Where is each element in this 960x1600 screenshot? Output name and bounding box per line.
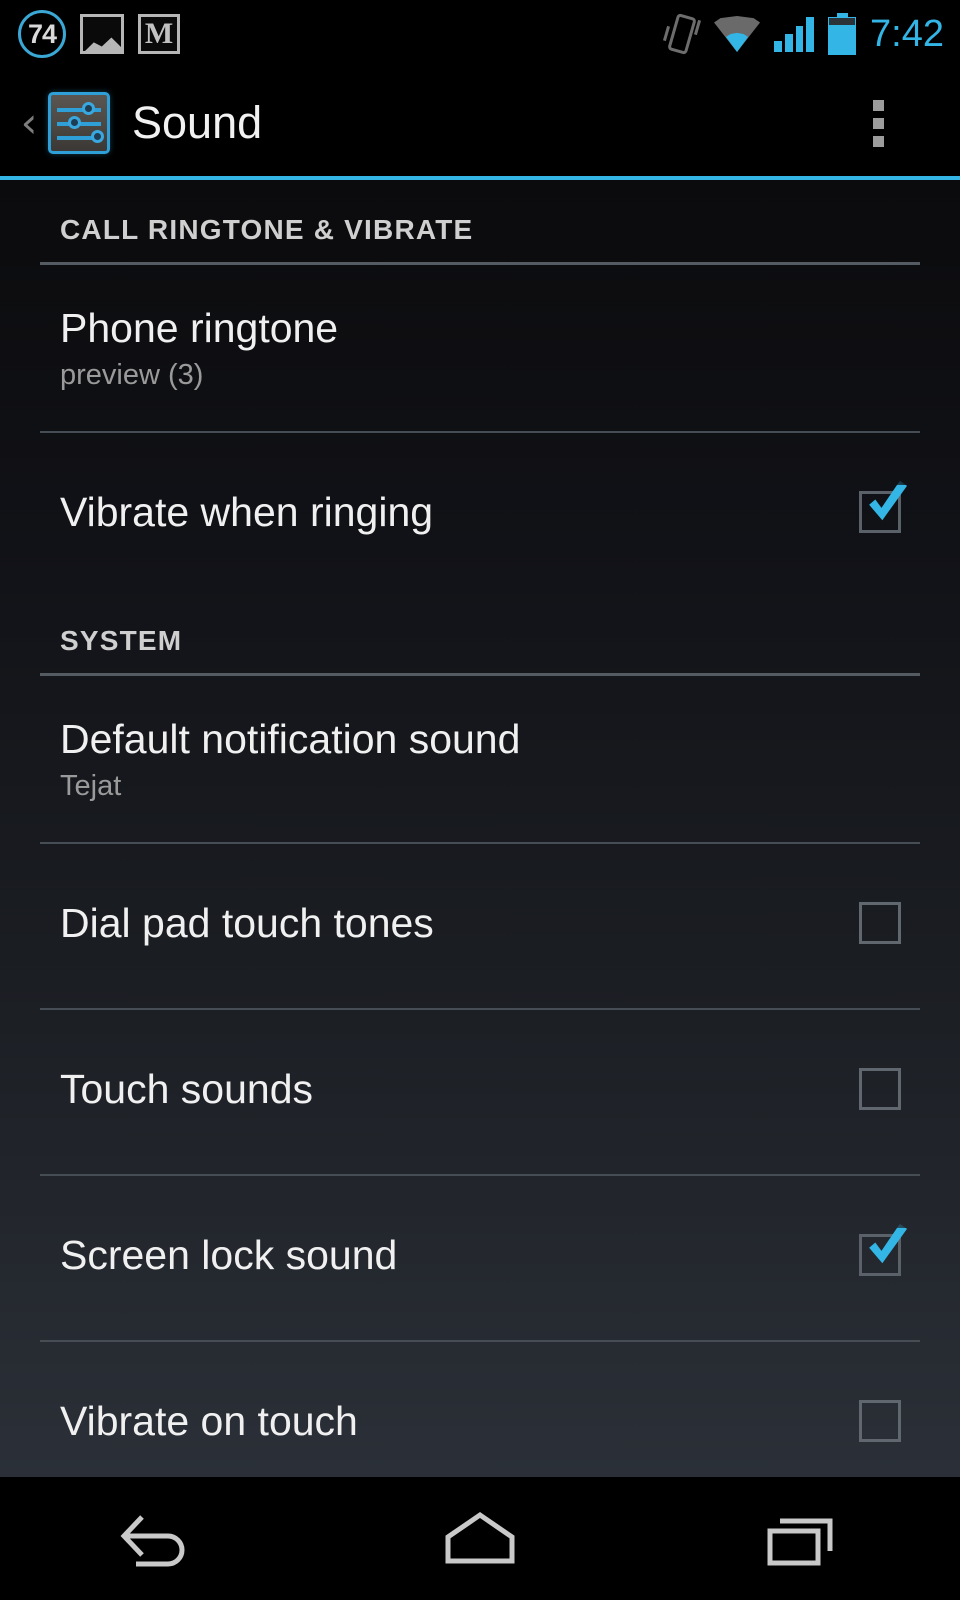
section-header-label: SYSTEM xyxy=(60,625,183,656)
status-bar-clock: 7:42 xyxy=(870,12,944,55)
up-navigation-chevron-icon[interactable]: ‹ xyxy=(12,102,46,144)
checkbox-dial-pad-touch-tones[interactable] xyxy=(859,902,901,944)
wifi-icon xyxy=(714,16,761,52)
checkbox-touch-sounds[interactable] xyxy=(859,1068,901,1110)
list-item-dial-pad-touch-tones[interactable]: Dial pad touch tones xyxy=(0,844,960,1002)
status-bar: 74 M 7:42 xyxy=(0,0,960,68)
checkbox-vibrate-when-ringing[interactable] xyxy=(859,491,901,533)
list-item-screen-lock-sound[interactable]: Screen lock sound xyxy=(0,1176,960,1334)
list-item-title: Default notification sound xyxy=(60,716,521,762)
settings-list[interactable]: CALL RINGTONE & VIBRATE Phone ringtone p… xyxy=(0,180,960,1477)
list-item-touch-sounds[interactable]: Touch sounds xyxy=(0,1010,960,1168)
nav-home-button[interactable] xyxy=(320,1477,640,1600)
list-item-vibrate-when-ringing[interactable]: Vibrate when ringing xyxy=(0,433,960,591)
back-icon xyxy=(120,1514,185,1566)
page-title: Sound xyxy=(132,97,263,148)
notification-count-badge: 74 xyxy=(18,10,66,58)
section-header-system: SYSTEM xyxy=(0,591,960,667)
list-item-summary: preview (3) xyxy=(60,359,204,391)
list-item-title: Screen lock sound xyxy=(60,1232,398,1278)
battery-icon xyxy=(828,13,857,55)
checkbox-vibrate-on-touch[interactable] xyxy=(859,1400,901,1442)
status-bar-notifications: 74 M xyxy=(18,10,180,58)
list-item-vibrate-on-touch[interactable]: Vibrate on touch xyxy=(0,1342,960,1477)
list-item-title: Vibrate when ringing xyxy=(60,489,434,535)
vibrate-icon xyxy=(663,12,702,56)
list-item-title: Vibrate on touch xyxy=(60,1398,358,1444)
list-item-phone-ringtone[interactable]: Phone ringtone preview (3) xyxy=(0,265,960,425)
list-item-summary: Tejat xyxy=(60,770,122,802)
nav-back-button[interactable] xyxy=(0,1477,320,1600)
overflow-menu-icon[interactable] xyxy=(859,90,898,157)
list-item-title: Phone ringtone xyxy=(60,305,339,351)
navigation-bar xyxy=(0,1477,960,1600)
settings-sliders-icon[interactable] xyxy=(48,92,110,154)
android-screen: 74 M 7:42 ‹ Sound CALL RINGTONE & VIBRAT… xyxy=(0,0,960,1600)
status-bar-system-icons: 7:42 xyxy=(663,12,944,56)
gmail-icon: M xyxy=(138,14,180,54)
action-bar: ‹ Sound xyxy=(0,68,960,178)
section-header-label: CALL RINGTONE & VIBRATE xyxy=(60,214,474,245)
checkbox-screen-lock-sound[interactable] xyxy=(859,1234,901,1276)
home-icon xyxy=(445,1511,515,1563)
list-item-title: Dial pad touch tones xyxy=(60,900,434,946)
section-header-call-ringtone-vibrate: CALL RINGTONE & VIBRATE xyxy=(0,180,960,256)
cellular-signal-icon xyxy=(774,16,815,52)
list-item-title: Touch sounds xyxy=(60,1066,314,1112)
list-item-default-notification-sound[interactable]: Default notification sound Tejat xyxy=(0,676,960,836)
photo-icon xyxy=(80,14,124,54)
recents-icon xyxy=(767,1518,833,1565)
nav-recents-button[interactable] xyxy=(640,1477,960,1600)
